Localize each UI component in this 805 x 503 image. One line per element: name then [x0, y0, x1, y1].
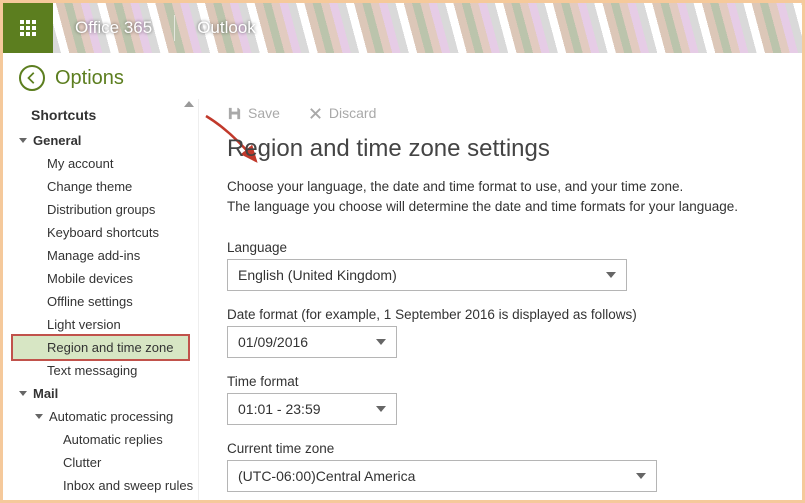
discard-label: Discard: [329, 105, 376, 121]
scroll-up-icon: [184, 101, 194, 107]
language-value: English (United Kingdom): [238, 267, 397, 283]
timezone-select[interactable]: (UTC-06:00)Central America: [227, 460, 657, 492]
time-format-select[interactable]: 01:01 - 23:59: [227, 393, 397, 425]
date-format-label: Date format (for example, 1 September 20…: [227, 307, 782, 322]
toolbar: Save Discard: [227, 103, 782, 135]
sidebar-item-light-version[interactable]: Light version: [13, 313, 198, 336]
date-format-value: 01/09/2016: [238, 334, 308, 350]
back-icon[interactable]: [19, 65, 45, 91]
time-format-value: 01:01 - 23:59: [238, 401, 321, 417]
chevron-down-icon: [636, 473, 646, 479]
sidebar-item-offline-settings[interactable]: Offline settings: [13, 290, 198, 313]
caret-down-icon: [35, 414, 43, 419]
sidebar-subsection-automatic-processing[interactable]: Automatic processing: [13, 405, 198, 428]
save-icon: [227, 106, 242, 121]
desc-line-1: Choose your language, the date and time …: [227, 179, 683, 194]
page-description: Choose your language, the date and time …: [227, 177, 782, 218]
sidebar-subsection-label: Automatic processing: [49, 409, 173, 424]
sidebar-item-text-messaging[interactable]: Text messaging: [13, 359, 198, 382]
sidebar-item-distribution-groups[interactable]: Distribution groups: [13, 198, 198, 221]
sidebar-item-region-timezone[interactable]: Region and time zone: [13, 336, 188, 359]
date-format-select[interactable]: 01/09/2016: [227, 326, 397, 358]
caret-down-icon: [19, 391, 27, 396]
sidebar-item-change-theme[interactable]: Change theme: [13, 175, 198, 198]
sidebar-section-general[interactable]: General: [13, 129, 198, 152]
sidebar-item-keyboard-shortcuts[interactable]: Keyboard shortcuts: [13, 221, 198, 244]
sidebar-scrollbar[interactable]: [182, 101, 196, 500]
sidebar-shortcuts[interactable]: Shortcuts: [13, 103, 198, 129]
save-label: Save: [248, 105, 280, 121]
chevron-down-icon: [376, 339, 386, 345]
sidebar-section-label: Mail: [33, 386, 58, 401]
sidebar-item-my-account[interactable]: My account: [13, 152, 198, 175]
sidebar-item-clutter[interactable]: Clutter: [13, 451, 198, 474]
sidebar-item-inbox-sweep[interactable]: Inbox and sweep rules: [13, 474, 198, 497]
app-launcher[interactable]: [3, 3, 53, 53]
suite-brand[interactable]: Office 365: [53, 3, 174, 53]
time-format-label: Time format: [227, 374, 782, 389]
discard-button[interactable]: Discard: [308, 105, 376, 121]
language-label: Language: [227, 240, 782, 255]
sidebar-item-manage-addins[interactable]: Manage add-ins: [13, 244, 198, 267]
options-label: Options: [55, 67, 124, 90]
chevron-down-icon: [376, 406, 386, 412]
options-back-row[interactable]: Options: [3, 53, 802, 99]
waffle-icon: [20, 20, 36, 36]
sidebar-section-mail[interactable]: Mail: [13, 382, 198, 405]
suite-header: Office 365 Outlook: [3, 3, 802, 53]
timezone-value: (UTC-06:00)Central America: [238, 468, 415, 484]
discard-icon: [308, 106, 323, 121]
language-select[interactable]: English (United Kingdom): [227, 259, 627, 291]
app-name[interactable]: Outlook: [175, 3, 278, 53]
caret-down-icon: [19, 138, 27, 143]
desc-line-2: The language you choose will determine t…: [227, 199, 738, 214]
main-content: Save Discard Region and time zone settin…: [198, 99, 802, 500]
timezone-label: Current time zone: [227, 441, 782, 456]
page-title: Region and time zone settings: [227, 135, 782, 163]
save-button[interactable]: Save: [227, 105, 280, 121]
settings-sidebar: Shortcuts General My account Change them…: [3, 99, 198, 500]
chevron-down-icon: [606, 272, 616, 278]
sidebar-item-mobile-devices[interactable]: Mobile devices: [13, 267, 198, 290]
sidebar-item-automatic-replies[interactable]: Automatic replies: [13, 428, 198, 451]
sidebar-section-label: General: [33, 133, 81, 148]
